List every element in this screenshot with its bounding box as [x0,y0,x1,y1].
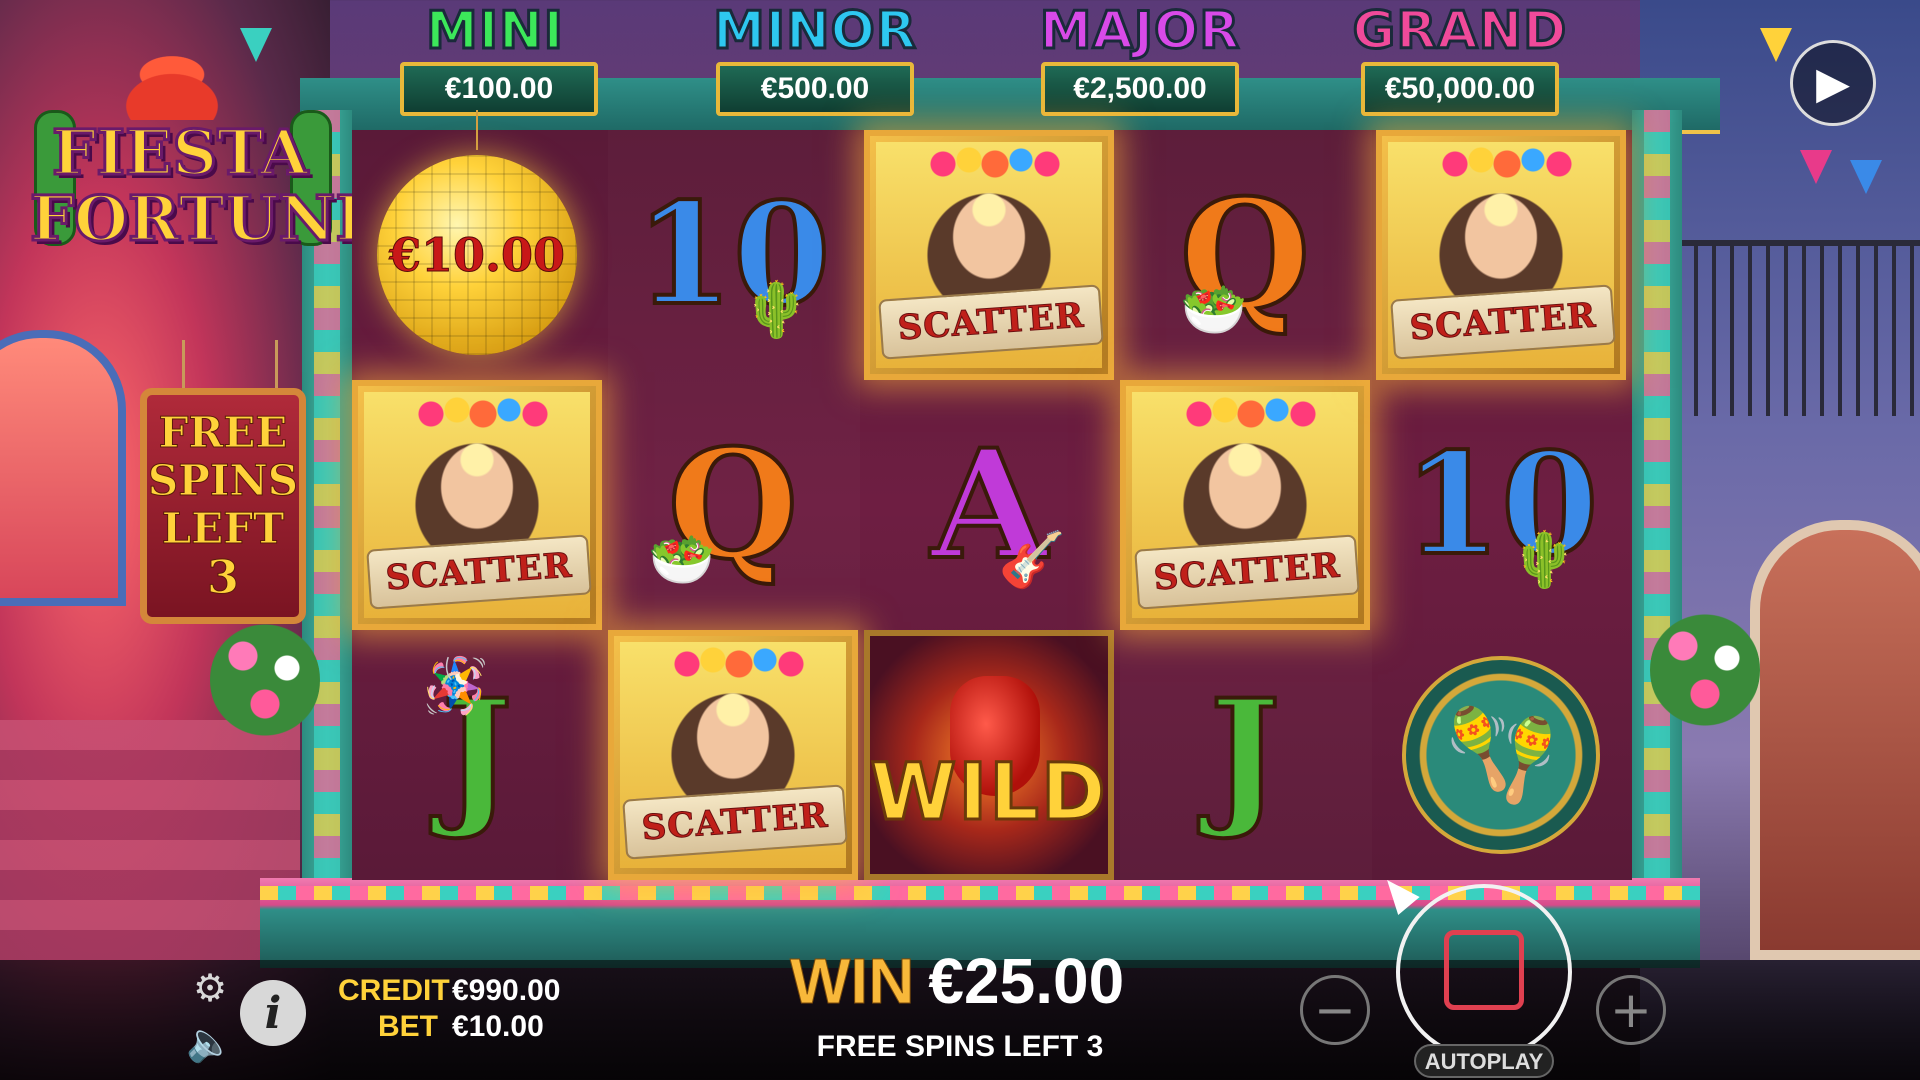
background-door [1750,520,1920,960]
symbol-j: J [1208,667,1283,843]
reel-1: €10.00 SCATTER J 🪅 [352,110,604,880]
jackpot-major-value: €2,500.00 [1041,62,1239,116]
bunting-flag [1760,28,1792,62]
money-value: €10.00 [388,228,566,283]
sign-rope [182,340,278,390]
reel-4: Q 🥗 SCATTER J [1120,130,1372,880]
disco-ball-icon: €10.00 [377,155,577,355]
jackpot-grand: GRAND €50,000.00 [1330,0,1590,116]
jackpot-major-title: MAJOR [1038,0,1241,63]
flower-crown-icon [674,644,804,684]
guacamole-icon: 🥗 [648,528,716,591]
jackpot-grand-value: €50,000.00 [1361,62,1559,116]
flower-crown-icon [930,144,1060,184]
free-spins-sign: FREE SPINS LEFT 3 [140,388,306,624]
jackpot-grand-title: GRAND [1351,0,1568,63]
autoplay-button[interactable]: AUTOPLAY [1414,1044,1554,1078]
jackpot-major: MAJOR €2,500.00 [1010,0,1270,116]
cactus-icon: 🌵 [1510,528,1578,591]
background-steps [0,720,300,960]
win-display: WIN €25.00 [789,944,1125,1018]
guacamole-icon: 🥗 [1180,278,1248,341]
free-spins-count: 3 [206,550,239,604]
bet-label: BET [378,1010,438,1043]
sign-line: FREE [158,408,288,457]
credit-value: €990.00 [452,974,561,1007]
reel-2: 10 🌵 Q 🥗 SCATTER [608,130,860,880]
reel-cell-scatter: SCATTER [864,130,1114,380]
reel-cell-jack: J [1120,630,1370,880]
sign-line: SPINS [147,456,299,505]
jackpot-minor-title: MINOR [712,0,918,63]
reel-cell-queen: Q 🥗 [608,380,858,630]
flower-pot [1650,610,1760,730]
bunting-flag [1800,150,1832,184]
reel-cell-queen: Q 🥗 [1120,130,1370,380]
sombrero-icon: 🪅 [422,654,490,717]
background-arch [0,330,126,606]
reel-3: SCATTER A 🎸 WILD [864,130,1116,880]
reel-cell-scatter: SCATTER [608,630,858,880]
game-logo: FIESTA FORTUNE [29,50,385,290]
flower-crown-icon [1186,394,1316,434]
reel-cell-ten: 10 🌵 [608,130,858,380]
jackpot-mini-title: MINI [425,0,565,63]
reel-cell-maracas: 🪇 [1376,630,1626,880]
reel-cell-money-ball: €10.00 [352,110,602,380]
reel-5: SCATTER 10 🌵 🪇 [1376,130,1628,880]
reel-cell-scatter: SCATTER [352,380,602,630]
jackpot-minor: MINOR €500.00 [690,0,940,116]
reel-cell-ten: 10 🌵 [1376,380,1626,630]
replay-icon[interactable]: ▶ [1790,40,1876,126]
sombrero-icon [92,50,252,120]
reel-cell-scatter: SCATTER [1376,130,1626,380]
cactus-icon: 🌵 [742,278,810,341]
free-spins-left-text: FREE SPINS LEFT 3 [816,1030,1104,1063]
flower-crown-icon [1442,144,1572,184]
jackpot-mini: MINI €100.00 [400,0,598,116]
bet-value: €10.00 [452,1010,544,1043]
reel-cell-ace: A 🎸 [864,380,1114,630]
speaker-icon[interactable]: 🔈 [186,1020,233,1064]
info-button[interactable]: i [240,980,306,1046]
bunting-flag [1850,160,1882,194]
flower-pot [210,620,320,740]
flower-crown-icon [418,394,548,434]
win-value: €25.00 [928,945,1125,1017]
jackpot-minor-value: €500.00 [716,62,914,116]
credit-label: CREDIT [338,974,450,1007]
bet-increase-button[interactable]: + [1596,975,1666,1045]
reel-cell-scatter: SCATTER [1120,380,1370,630]
logo-text: FIESTA FORTUNE [29,116,385,255]
win-label: WIN [789,945,915,1018]
gear-icon[interactable]: ⚙ [190,966,230,1010]
reel-cell-jack: J 🪅 [352,630,602,880]
background-balcony [1680,240,1920,416]
stage-pillar-right [1632,110,1682,910]
jackpot-mini-value: €100.00 [400,62,598,116]
maracas-icon: 🪇 [1402,656,1600,854]
sign-line: LEFT [161,504,285,553]
wild-label: WILD [869,747,1108,840]
guitar-icon: 🎸 [998,528,1066,591]
bet-decrease-button[interactable]: − [1300,975,1370,1045]
stop-icon[interactable] [1444,930,1524,1010]
reel-grid[interactable]: €10.00 SCATTER J 🪅 10 🌵 Q 🥗 SCATTER SCAT… [352,110,1632,880]
reel-cell-wild: WILD [864,630,1114,880]
